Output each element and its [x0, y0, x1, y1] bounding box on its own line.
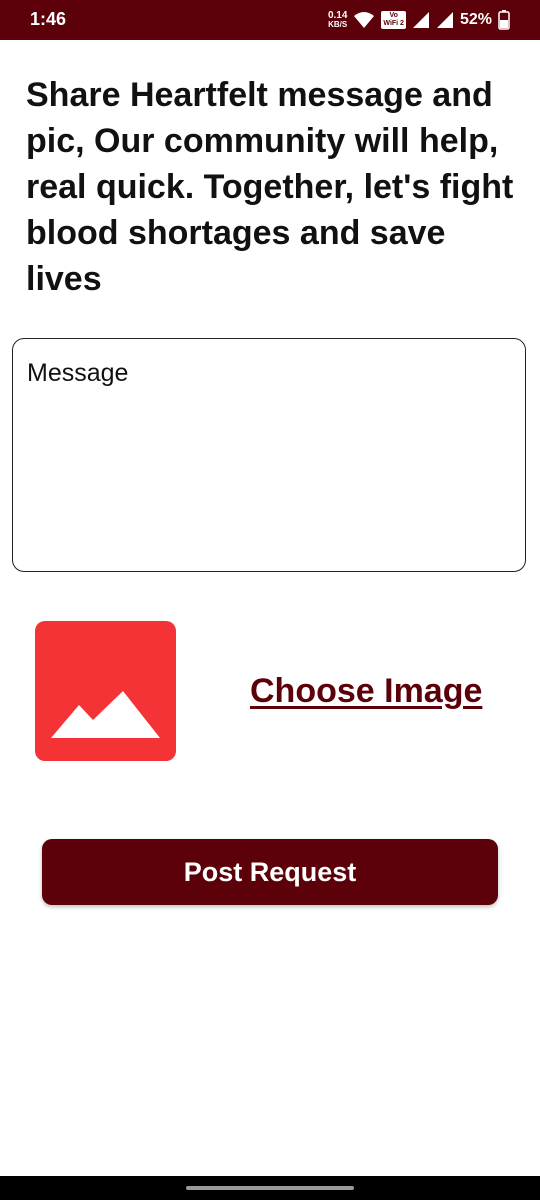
- battery-icon: [498, 10, 510, 30]
- home-indicator[interactable]: [186, 1186, 354, 1190]
- network-speed-value: 0.14: [327, 10, 348, 21]
- battery-percent: 52%: [459, 11, 492, 28]
- status-bar: 1:46 0.14 KB/S Vo WiFi 2 52%: [0, 0, 540, 40]
- page-heading: Share Heartfelt message and pic, Our com…: [26, 76, 514, 298]
- network-speed-unit: KB/S: [328, 20, 348, 29]
- network-speed: 0.14 KB/S: [327, 10, 348, 30]
- navigation-bar: [0, 1176, 540, 1200]
- wifi-icon: [354, 12, 375, 28]
- signal-icon-2: [436, 12, 453, 28]
- signal-icon-1: [412, 12, 429, 28]
- status-time: 1:46: [30, 9, 67, 29]
- status-icons: 0.14 KB/S Vo WiFi 2 52%: [328, 8, 510, 32]
- image-placeholder-thumbnail[interactable]: [35, 621, 176, 761]
- image-placeholder-icon: [51, 691, 160, 738]
- volte-label: Vo: [389, 12, 398, 19]
- message-input[interactable]: [12, 338, 526, 572]
- volte-wifi-badge: Vo WiFi 2: [381, 11, 406, 29]
- wifi-calling-label: WiFi 2: [383, 20, 404, 27]
- choose-image-link[interactable]: Choose Image: [250, 672, 482, 711]
- post-request-button[interactable]: Post Request: [42, 839, 498, 905]
